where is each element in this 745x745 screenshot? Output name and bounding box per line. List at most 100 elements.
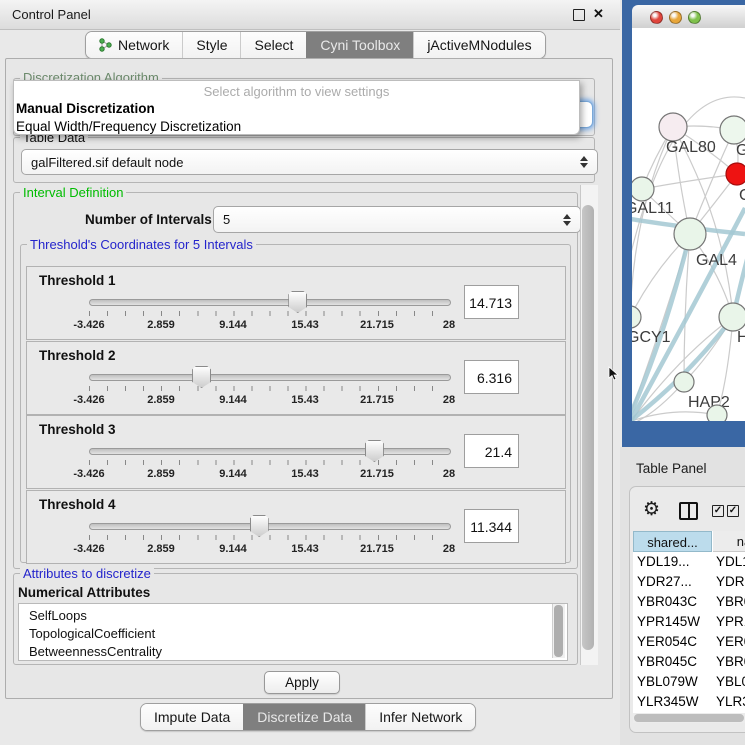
slider-track[interactable]: [89, 299, 451, 306]
tab-style[interactable]: Style: [182, 32, 240, 58]
tab-label: Style: [196, 37, 227, 53]
tab-impute-data[interactable]: Impute Data: [141, 704, 243, 730]
tab-jactivemnodules[interactable]: jActiveMNodules: [413, 32, 544, 58]
table-row[interactable]: YBR045CYBR0: [633, 652, 745, 672]
slider-track[interactable]: [89, 448, 451, 455]
control-panel-title: Control Panel: [12, 7, 91, 22]
network-view-window[interactable]: GAL80GACGAL11GAL4GCY1HHAP2: [622, 0, 745, 447]
column-header-name[interactable]: name: [713, 531, 745, 552]
cell-name: YDL1: [716, 552, 745, 572]
apply-button[interactable]: Apply: [264, 671, 340, 694]
tab-cyni-toolbox[interactable]: Cyni Toolbox: [306, 32, 413, 58]
threshold-4-panel: Threshold 4-3.4262.8599.14415.4321.71528…: [26, 490, 566, 564]
slider-thumb[interactable]: [192, 366, 211, 388]
attribute-list-item[interactable]: BetweennessCentrality: [19, 643, 567, 661]
table-row[interactable]: YDR27...YDR2: [633, 572, 745, 592]
column-header-shared[interactable]: shared...: [633, 531, 712, 552]
threshold-value-field[interactable]: 11.344: [464, 509, 519, 543]
threshold-value-field[interactable]: 6.316: [464, 360, 519, 394]
network-node-bottom-node[interactable]: [707, 405, 727, 421]
slider-ticks: [89, 386, 450, 391]
control-panel-titlebar: [0, 0, 620, 30]
network-window-titlebar[interactable]: [632, 5, 745, 29]
table-data-combobox[interactable]: galFiltered.sif default node: [21, 149, 598, 175]
slider-ticks: [89, 311, 450, 316]
slider-tick-label: 2.859: [147, 468, 175, 480]
tab-discretize-data[interactable]: Discretize Data: [243, 704, 365, 730]
network-node-red-node[interactable]: [726, 163, 745, 185]
cell-name: YBR0: [716, 652, 745, 672]
spinner-arrows-icon: [580, 156, 588, 168]
slider-tick-label: 9.144: [219, 319, 247, 331]
slider-tick-label: 21.715: [360, 468, 394, 480]
app-root: Control Panel ✕ Network Style Select Cyni T…: [0, 0, 745, 745]
table-hscrollbar-thumb[interactable]: [634, 714, 744, 722]
bottom-tab-bar: Impute Data Discretize Data Infer Network: [140, 703, 476, 731]
cell-name: YER0: [716, 632, 745, 652]
slider-tick-label: 28: [443, 394, 455, 406]
network-canvas[interactable]: GAL80GACGAL11GAL4GCY1HHAP2: [632, 28, 745, 421]
threshold-value-field[interactable]: 21.4: [464, 434, 519, 468]
slider-track[interactable]: [89, 374, 451, 381]
slider-tick-label: 21.715: [360, 394, 394, 406]
cell-shared-name: YDL19...: [637, 552, 711, 572]
cell-shared-name: YBR045C: [637, 652, 711, 672]
network-edge[interactable]: [642, 174, 737, 189]
table-row[interactable]: YPR145WYPR1: [633, 612, 745, 632]
table-panel-title: Table Panel: [636, 461, 707, 476]
node-attribute-table[interactable]: shared... name YDL19...YDL1YDR27...YDR2Y…: [633, 531, 745, 717]
network-node-label: GAL11: [632, 200, 674, 217]
slider-tick-label: 15.43: [291, 543, 319, 555]
network-node-gal11[interactable]: [632, 177, 654, 201]
network-node-gcy1[interactable]: [632, 306, 641, 328]
table-row[interactable]: YBL079WYBL0: [633, 672, 745, 692]
dropdown-item-equal-width-frequency-discretization[interactable]: Equal Width/Frequency Discretization: [14, 118, 579, 135]
network-node-hap2[interactable]: [674, 372, 694, 392]
cell-shared-name: YER054C: [637, 632, 711, 652]
slider-tick-label: 28: [443, 468, 455, 480]
tab-network[interactable]: Network: [86, 32, 182, 58]
network-node-gal4[interactable]: [674, 218, 706, 250]
network-node-h[interactable]: [719, 303, 745, 331]
table-row[interactable]: YBR043CYBR0: [633, 592, 745, 612]
network-node-label: GA: [736, 142, 745, 159]
table-row[interactable]: YER054CYER0: [633, 632, 745, 652]
slider-track[interactable]: [89, 523, 451, 530]
float-window-icon[interactable]: [573, 9, 585, 21]
tab-label: Discretize Data: [257, 709, 352, 725]
split-view-icon[interactable]: [679, 502, 698, 520]
dropdown-item-manual-discretization[interactable]: Manual Discretization: [14, 100, 579, 118]
slider-thumb[interactable]: [250, 515, 269, 537]
attribute-list-item[interactable]: TopologicalCoefficient: [19, 625, 567, 643]
slider-ticks: [89, 535, 450, 540]
panel-scrollbar-thumb[interactable]: [582, 205, 594, 650]
slider-thumb[interactable]: [288, 291, 307, 313]
close-traffic-light-icon[interactable]: [650, 11, 663, 24]
network-node-label: C: [739, 187, 745, 204]
table-row[interactable]: YDL19...YDL1: [633, 552, 745, 572]
close-icon[interactable]: ✕: [593, 6, 604, 22]
threshold-value-field[interactable]: 14.713: [464, 285, 519, 319]
numerical-attributes-list[interactable]: SelfLoopsTopologicalCoefficientBetweenne…: [18, 603, 568, 661]
checkbox-icon[interactable]: ✓: [727, 505, 739, 517]
slider-thumb[interactable]: [365, 440, 384, 462]
tab-infer-network[interactable]: Infer Network: [365, 704, 475, 730]
number-of-intervals-combobox[interactable]: 5: [213, 206, 581, 233]
slider-tick-label: -3.426: [73, 543, 104, 555]
network-node-ga[interactable]: [720, 116, 745, 144]
minimize-traffic-light-icon[interactable]: [669, 11, 682, 24]
table-row[interactable]: YLR345WYLR3: [633, 692, 745, 712]
zoom-traffic-light-icon[interactable]: [688, 11, 701, 24]
slider-ticks: [89, 460, 450, 465]
attribute-list-item[interactable]: SelfLoops: [19, 607, 567, 625]
network-node-gal80[interactable]: [659, 113, 687, 141]
algorithm-dropdown-popup: Select algorithm to view settings Manual…: [13, 80, 580, 135]
cell-shared-name: YPR145W: [637, 612, 711, 632]
network-node-label: GAL80: [666, 139, 716, 156]
tab-label: Select: [254, 37, 293, 53]
attribute-list-scrollbar-thumb[interactable]: [554, 605, 563, 657]
tab-select[interactable]: Select: [240, 32, 306, 58]
checkbox-icon[interactable]: ✓: [712, 505, 724, 517]
slider-tick-label: 15.43: [291, 319, 319, 331]
gear-icon[interactable]: ⚙: [643, 500, 660, 519]
